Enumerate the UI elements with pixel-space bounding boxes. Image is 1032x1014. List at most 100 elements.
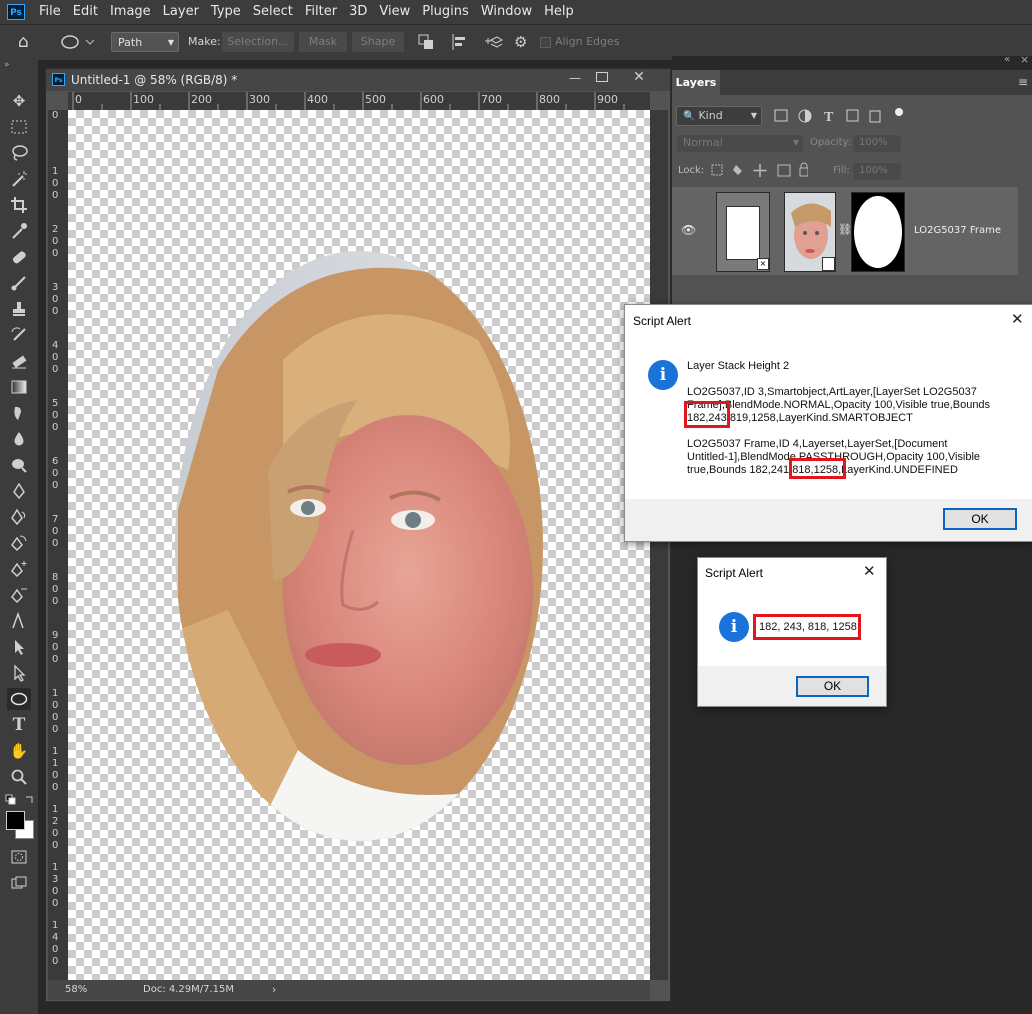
move-tool-icon[interactable]: ✥	[7, 90, 31, 112]
panel-menu-icon[interactable]: ≡	[1018, 75, 1028, 89]
dodge-icon[interactable]	[7, 454, 31, 476]
magic-wand-icon[interactable]	[7, 168, 31, 190]
visibility-eye-icon[interactable]: 👁	[681, 223, 696, 237]
vertical-scrollbar[interactable]	[650, 110, 668, 980]
healing-brush-icon[interactable]	[7, 246, 31, 268]
menu-window[interactable]: Window	[475, 0, 538, 24]
ruler-label: 5 0 0	[52, 398, 59, 433]
menu-plugins[interactable]: Plugins	[416, 0, 475, 24]
tool-preset-picker[interactable]	[58, 32, 98, 52]
direct-selection-icon[interactable]	[7, 662, 31, 684]
add-anchor-point-icon[interactable]	[7, 558, 31, 580]
blur-icon[interactable]	[7, 428, 31, 450]
ruler-label: 1 0 0 0	[52, 688, 59, 735]
quick-mask-icon[interactable]	[7, 846, 31, 868]
menu-help[interactable]: Help	[538, 0, 580, 24]
layer-row[interactable]: 👁 × ⛓ LO2G5037 Frame	[672, 187, 1018, 275]
minimize-icon[interactable]: —	[566, 69, 584, 87]
hand-icon[interactable]: ✋	[7, 740, 31, 762]
make-mask-button[interactable]: Mask	[299, 32, 347, 52]
layer-group-thumbnail[interactable]: ×	[716, 192, 770, 272]
smart-object-thumbnail[interactable]	[784, 192, 836, 272]
chain-link-icon[interactable]: ⛓	[838, 223, 852, 236]
ruler-label: 6 0 0	[52, 456, 59, 491]
clone-stamp-icon[interactable]	[7, 298, 31, 320]
color-swatches[interactable]	[5, 810, 35, 840]
zoom-icon[interactable]	[7, 766, 31, 788]
freeform-pen-icon[interactable]	[7, 506, 31, 528]
layers-tab[interactable]: Layers	[672, 70, 720, 95]
convert-point-icon[interactable]	[7, 610, 31, 632]
lasso-icon[interactable]	[7, 142, 31, 164]
type-tool-icon[interactable]: T	[7, 714, 31, 736]
curvature-pen-icon[interactable]	[7, 532, 31, 554]
highlight-box	[789, 458, 846, 479]
smudge-icon[interactable]	[7, 402, 31, 424]
menu-edit[interactable]: Edit	[67, 0, 104, 24]
menu-filter[interactable]: Filter	[299, 0, 343, 24]
history-brush-icon[interactable]	[7, 324, 31, 346]
rectangular-marquee-icon[interactable]	[7, 116, 31, 138]
document-title: Untitled-1 @ 58% (RGB/8) *	[71, 73, 238, 87]
chevron-right-icon[interactable]: ›	[272, 980, 276, 1000]
ruler-label: 300	[249, 93, 270, 106]
ruler-label: 7 0 0	[52, 514, 59, 549]
menu-3d[interactable]: 3D	[343, 0, 373, 24]
path-arrangement-icon[interactable]	[481, 32, 504, 52]
frame-mask-thumbnail[interactable]	[851, 192, 905, 272]
opacity-input[interactable]: 100%	[852, 134, 902, 153]
info-icon: i	[719, 612, 749, 642]
maximize-icon[interactable]	[596, 72, 608, 82]
default-colors-icon[interactable]	[5, 794, 35, 806]
close-icon[interactable]: ✕	[1011, 310, 1024, 328]
foreground-color-swatch[interactable]	[6, 811, 25, 830]
eraser-icon[interactable]	[7, 350, 31, 372]
document-canvas[interactable]	[68, 110, 650, 980]
menu-view[interactable]: View	[373, 0, 416, 24]
ruler-label: 800	[539, 93, 560, 106]
layer-filter-kind-select[interactable]: 🔍 Kind ▼	[676, 106, 762, 126]
lock-icons[interactable]	[708, 162, 809, 180]
panel-close-icon[interactable]: ×	[1020, 53, 1029, 66]
align-edges-checkbox[interactable]	[540, 32, 551, 52]
path-alignment-icon[interactable]	[450, 32, 470, 52]
brush-icon[interactable]	[7, 272, 31, 294]
make-shape-button[interactable]: Shape	[352, 32, 404, 52]
layer1-info-line: LO2G5037,ID 3,Smartobject,ArtLayer,[Laye…	[687, 386, 977, 398]
gear-icon[interactable]: ⚙	[514, 32, 534, 52]
menu-select[interactable]: Select	[247, 0, 299, 24]
blend-mode-value: Normal	[683, 136, 723, 149]
menu-layer[interactable]: Layer	[157, 0, 205, 24]
home-icon[interactable]: ⌂	[18, 32, 38, 52]
info-icon: i	[648, 360, 678, 390]
pen-icon[interactable]	[7, 480, 31, 502]
crop-icon[interactable]	[7, 194, 31, 216]
highlight-box	[684, 401, 730, 428]
ok-button[interactable]: OK	[796, 676, 869, 697]
smart-object-badge-icon	[822, 257, 835, 271]
path-operations-icon[interactable]	[416, 32, 436, 52]
zoom-level[interactable]: 58%	[65, 980, 87, 1000]
toolbar-collapse-icon[interactable]: »	[4, 60, 10, 70]
delete-anchor-point-icon[interactable]	[7, 584, 31, 606]
make-selection-button[interactable]: Selection...	[222, 32, 294, 52]
close-document-icon[interactable]: ✕	[630, 67, 648, 87]
document-ps-icon: Ps	[52, 73, 65, 86]
screen-mode-icon[interactable]	[7, 872, 31, 894]
fill-input[interactable]: 100%	[852, 162, 902, 181]
menu-image[interactable]: Image	[104, 0, 157, 24]
path-selection-icon[interactable]	[7, 636, 31, 658]
close-icon[interactable]: ✕	[863, 562, 876, 580]
panel-collapse-icon[interactable]: «	[1004, 54, 1010, 65]
oval-portrait-image	[175, 251, 543, 841]
blend-mode-select[interactable]: Normal ▼	[676, 134, 804, 153]
gradient-icon[interactable]	[7, 376, 31, 398]
menu-type[interactable]: Type	[205, 0, 247, 24]
ellipse-tool-icon[interactable]	[7, 688, 31, 710]
layer-name[interactable]: LO2G5037 Frame	[914, 225, 1001, 236]
ruler-label: 2 0 0	[52, 224, 59, 259]
tool-mode-select[interactable]: Path ▼	[111, 32, 179, 52]
menu-file[interactable]: File	[33, 0, 67, 24]
eyedropper-icon[interactable]	[7, 220, 31, 242]
ok-button[interactable]: OK	[943, 508, 1017, 530]
